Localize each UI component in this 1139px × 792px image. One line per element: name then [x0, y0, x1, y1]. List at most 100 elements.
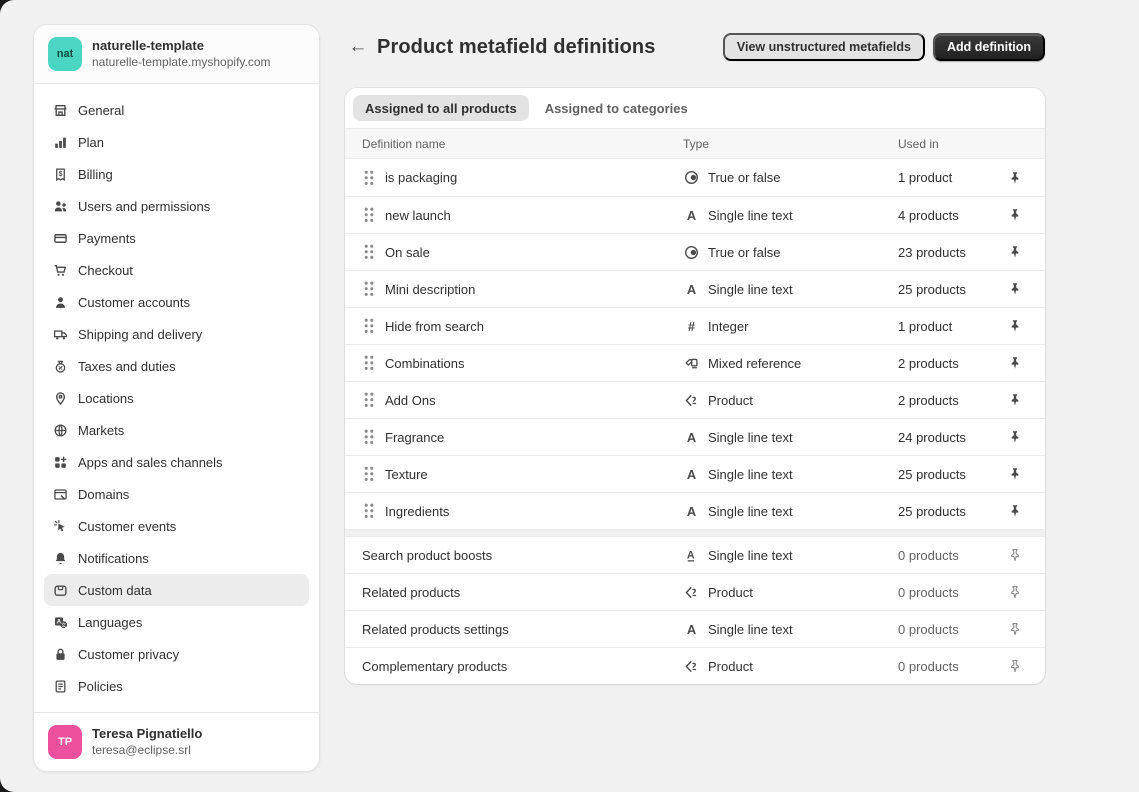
table-row[interactable]: is packaging True or false 1 product — [345, 159, 1045, 196]
user-name: Teresa Pignatiello — [92, 726, 202, 743]
column-type: Type — [683, 137, 898, 151]
text-icon: A — [683, 466, 699, 482]
drag-handle-icon[interactable] — [362, 503, 376, 519]
used-in-value: 1 product — [898, 170, 1001, 185]
pin-button-unpinned[interactable] — [1001, 615, 1029, 643]
pin-button-pinned[interactable] — [1001, 201, 1029, 229]
drag-handle-icon[interactable] — [362, 429, 376, 445]
sidebar-item-icon — [52, 326, 68, 342]
type-label: Single line text — [708, 504, 793, 519]
pin-outline-icon — [1008, 585, 1022, 599]
sidebar-item-plan[interactable]: Plan — [44, 126, 309, 158]
main-content: ← Product metafield definitions View uns… — [345, 0, 1045, 684]
sidebar-item-payments[interactable]: Payments — [44, 222, 309, 254]
sidebar-item-customer-accounts[interactable]: Customer accounts — [44, 286, 309, 318]
sidebar-item-policies[interactable]: Policies — [44, 670, 309, 702]
sidebar-item-locations[interactable]: Locations — [44, 382, 309, 414]
sidebar-item-icon — [52, 390, 68, 406]
type-label: Single line text — [708, 430, 793, 445]
table-row[interactable]: Complementary products Product 0 product… — [345, 647, 1045, 684]
pin-button-pinned[interactable] — [1001, 423, 1029, 451]
cursor-icon — [53, 519, 68, 534]
pin-button-pinned[interactable] — [1001, 164, 1029, 192]
used-in-value: 0 products — [898, 622, 1001, 637]
type-label: Product — [708, 585, 753, 600]
table-row[interactable]: Mini description A Single line text 25 p… — [345, 270, 1045, 307]
sidebar-item-customer-events[interactable]: Customer events — [44, 510, 309, 542]
policies-icon — [53, 679, 68, 694]
text-icon: A — [684, 208, 699, 223]
table-row[interactable]: Texture A Single line text 25 products — [345, 455, 1045, 492]
tab-assigned-to-categories[interactable]: Assigned to categories — [533, 95, 700, 121]
pin-button-pinned[interactable] — [1001, 386, 1029, 414]
add-definition-button[interactable]: Add definition — [933, 33, 1045, 61]
sidebar-item-notifications[interactable]: Notifications — [44, 542, 309, 574]
sidebar-item-label: Billing — [78, 167, 113, 182]
store-icon — [53, 103, 68, 118]
pin-button-pinned[interactable] — [1001, 275, 1029, 303]
table-row[interactable]: Related products Product 0 products — [345, 573, 1045, 610]
used-in-value: 25 products — [898, 467, 1001, 482]
sidebar-item-users-and-permissions[interactable]: Users and permissions — [44, 190, 309, 222]
pin-filled-icon — [1008, 319, 1022, 333]
sidebar-item-markets[interactable]: Markets — [44, 414, 309, 446]
drag-handle-icon[interactable] — [362, 207, 376, 223]
pin-button-unpinned[interactable] — [1001, 652, 1029, 680]
sidebar-item-icon: $ — [52, 166, 68, 182]
table-row[interactable]: Search product boosts A Single line text… — [345, 536, 1045, 573]
pin-button-pinned[interactable] — [1001, 238, 1029, 266]
sidebar-item-customer-privacy[interactable]: Customer privacy — [44, 638, 309, 670]
table-row[interactable]: Fragrance A Single line text 24 products — [345, 418, 1045, 455]
sidebar-item-custom-data[interactable]: Custom data — [44, 574, 309, 606]
sidebar-item-icon — [52, 294, 68, 310]
table-row[interactable]: On sale True or false 23 products — [345, 233, 1045, 270]
tab-assigned-to-all-products[interactable]: Assigned to all products — [353, 95, 529, 121]
pin-button-pinned[interactable] — [1001, 312, 1029, 340]
sidebar-item-shipping-and-delivery[interactable]: Shipping and delivery — [44, 318, 309, 350]
drag-handle-icon[interactable] — [362, 355, 376, 371]
sidebar-item-checkout[interactable]: Checkout — [44, 254, 309, 286]
drag-handle-icon[interactable] — [362, 281, 376, 297]
pin-button-pinned[interactable] — [1001, 497, 1029, 525]
sidebar-item-label: Domains — [78, 487, 129, 502]
back-arrow-icon[interactable]: ← — [345, 34, 371, 60]
pin-button-pinned[interactable] — [1001, 460, 1029, 488]
drag-handle-icon[interactable] — [362, 170, 376, 186]
sidebar-item-billing[interactable]: $ Billing — [44, 158, 309, 190]
used-in-value: 23 products — [898, 245, 1001, 260]
definition-name: Search product boosts — [362, 548, 492, 563]
sidebar-item-general[interactable]: General — [44, 94, 309, 126]
view-unstructured-metafields-button[interactable]: View unstructured metafields — [723, 33, 925, 61]
pin-button-pinned[interactable] — [1001, 349, 1029, 377]
table-row[interactable]: Hide from search # Integer 1 product — [345, 307, 1045, 344]
pin-button-unpinned[interactable] — [1001, 541, 1029, 569]
table-row[interactable]: Related products settings A Single line … — [345, 610, 1045, 647]
table-row[interactable]: new launch A Single line text 4 products — [345, 196, 1045, 233]
bell-icon — [53, 551, 68, 566]
type-label: Single line text — [708, 548, 793, 563]
table-row[interactable]: Ingredients A Single line text 25 produc… — [345, 492, 1045, 529]
mixed-reference-icon — [683, 355, 699, 371]
text-icon: A — [684, 504, 699, 519]
sidebar-item-label: Customer events — [78, 519, 176, 534]
tab-bar: Assigned to all products Assigned to cat… — [345, 88, 1045, 128]
product-reference-icon — [684, 659, 699, 674]
pin-button-unpinned[interactable] — [1001, 578, 1029, 606]
boolean-icon — [683, 244, 699, 260]
drag-handle-icon[interactable] — [362, 318, 376, 334]
sidebar-item-languages[interactable]: A文 Languages — [44, 606, 309, 638]
sidebar-item-icon — [52, 486, 68, 502]
user-email: teresa@eclipse.srl — [92, 743, 202, 759]
sidebar-item-apps-and-sales-channels[interactable]: Apps and sales channels — [44, 446, 309, 478]
drag-handle-icon[interactable] — [362, 244, 376, 260]
table-row[interactable]: Add Ons Product 2 products — [345, 381, 1045, 418]
text-icon: A — [684, 467, 699, 482]
table-row[interactable]: Combinations Mixed reference 2 products — [345, 344, 1045, 381]
sidebar-item-icon — [52, 262, 68, 278]
sidebar-item-taxes-and-duties[interactable]: Taxes and duties — [44, 350, 309, 382]
drag-handle-icon[interactable] — [362, 466, 376, 482]
sidebar-item-label: Payments — [78, 231, 136, 246]
drag-handle-icon[interactable] — [362, 392, 376, 408]
sidebar-item-domains[interactable]: Domains — [44, 478, 309, 510]
user-footer[interactable]: TP Teresa Pignatiello teresa@eclipse.srl — [34, 712, 319, 771]
